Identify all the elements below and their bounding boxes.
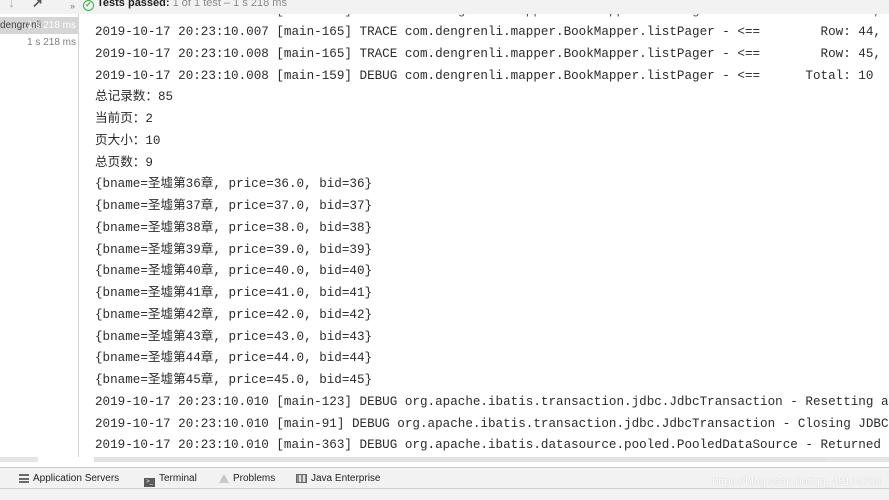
check-circle-icon: ✓ bbox=[83, 0, 94, 11]
console-line: 2019-10-17 20:23:10.010 [main-91] DEBUG … bbox=[95, 416, 889, 431]
more-chevron-icon[interactable]: » bbox=[70, 0, 75, 14]
warning-icon bbox=[219, 474, 229, 483]
console-line: 2019-10-17 20:23:10.008 [main-165] TRACE… bbox=[95, 46, 889, 61]
console-line: {bname=圣墟第37章, price=37.0, bid=37} bbox=[95, 199, 373, 213]
watermark: https://blog.csdn.net/qq_45174759 bbox=[712, 476, 881, 488]
test-tree-item-selected[interactable]: dengrenli 1 s 218 ms bbox=[0, 17, 79, 34]
tab-label: Terminal bbox=[159, 473, 197, 484]
test-runner-toolbar: ↓ ↗ » ✓ Tests passed: 1 of 1 test – 1 s 2… bbox=[0, 0, 889, 14]
console-line-partial: 2019-10-17 20:23:10.007 [main-165] TRACE… bbox=[95, 14, 889, 19]
tab-terminal[interactable]: >_ Terminal bbox=[144, 472, 197, 487]
tab-label: Application Servers bbox=[33, 473, 120, 484]
console-line: 总页数：9 bbox=[95, 155, 153, 170]
tests-passed-count: 1 bbox=[169, 0, 179, 9]
terminal-icon: >_ bbox=[144, 478, 155, 487]
test-status: ✓ Tests passed: 1 of 1 test – 1 s 218 ms bbox=[83, 0, 287, 11]
console-line: {bname=圣墟第39章, price=39.0, bid=39} bbox=[95, 242, 373, 257]
console-line: {bname=圣墟第44章, price=44.0, bid=44} bbox=[95, 351, 373, 366]
test-tree-child-time: 1 s 218 ms bbox=[27, 37, 76, 48]
console-line: 2019-10-17 20:23:10.007 [main-165] TRACE… bbox=[95, 25, 889, 39]
servers-icon bbox=[19, 474, 29, 483]
tests-passed-label: Tests passed: bbox=[97, 0, 170, 9]
tab-problems[interactable]: Problems bbox=[219, 472, 275, 486]
console-line: {bname=圣墟第38章, price=38.0, bid=38} bbox=[95, 220, 373, 235]
console-line: 2019-10-17 20:23:10.010 [main-363] DEBUG… bbox=[95, 438, 889, 453]
console-line: {bname=圣墟第36章, price=36.0, bid=36} bbox=[95, 177, 373, 192]
console-output[interactable]: 2019-10-17 20:23:10.007 [main-165] TRACE… bbox=[80, 14, 889, 457]
divider bbox=[0, 488, 889, 489]
console-line: 总记录数：85 bbox=[95, 90, 174, 105]
console-line: {bname=圣墟第40章, price=40.0, bid=40} bbox=[95, 264, 373, 279]
console-line: {bname=圣墟第43章, price=43.0, bid=43} bbox=[95, 329, 373, 344]
java-enterprise-icon bbox=[296, 474, 307, 483]
test-tree-panel: dengrenli 1 s 218 ms 1 s 218 ms bbox=[0, 14, 79, 457]
arrow-down-icon[interactable]: ↓ bbox=[8, 0, 15, 11]
test-tree-item-time: 1 s 218 ms bbox=[27, 20, 76, 31]
tab-label: Java Enterprise bbox=[311, 473, 381, 484]
test-tree-item-child[interactable]: 1 s 218 ms bbox=[0, 34, 79, 51]
tab-application-servers[interactable]: Application Servers bbox=[19, 472, 119, 486]
console-line: {bname=圣墟第45章, price=45.0, bid=45} bbox=[95, 373, 373, 387]
console-line: {bname=圣墟第41章, price=41.0, bid=41} bbox=[95, 286, 373, 300]
tree-horizontal-scrollbar[interactable] bbox=[0, 457, 38, 462]
console-line: 当前页：2 bbox=[95, 112, 153, 126]
tab-java-enterprise[interactable]: Java Enterprise bbox=[296, 472, 380, 486]
tests-passed-summary: of 1 test – 1 s 218 ms bbox=[178, 0, 287, 9]
tool-window-bar: Application Servers >_ Terminal Problems … bbox=[0, 467, 889, 500]
console-line: 2019-10-17 20:23:10.008 [main-159] DEBUG… bbox=[95, 68, 874, 83]
export-icon[interactable]: ↗ bbox=[32, 0, 43, 11]
console-line: 2019-10-17 20:23:10.010 [main-123] DEBUG… bbox=[95, 394, 889, 409]
tab-label: Problems bbox=[233, 473, 276, 484]
console-scrollbar-thumb[interactable] bbox=[94, 457, 826, 462]
console-line: 页大小：10 bbox=[95, 133, 161, 148]
console-horizontal-scrollbar[interactable] bbox=[94, 457, 889, 462]
console-line: {bname=圣墟第42章, price=42.0, bid=42} bbox=[95, 307, 373, 322]
